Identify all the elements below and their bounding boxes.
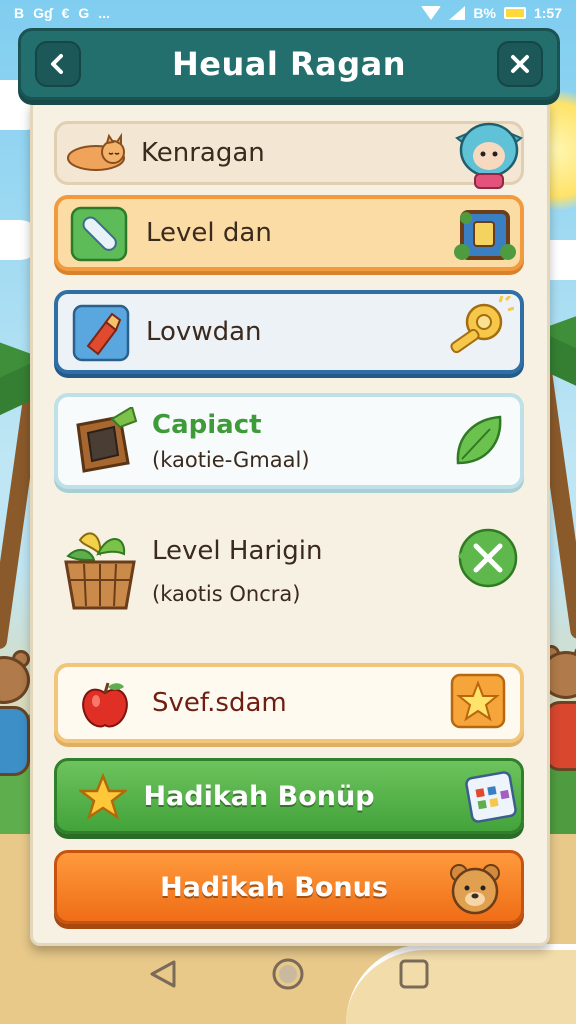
back-button[interactable] bbox=[35, 41, 81, 87]
bonus-button-orange[interactable]: Hadikah Bonus bbox=[54, 850, 524, 924]
list-item-label: Level Harigin bbox=[152, 536, 323, 566]
notification-icon: B bbox=[14, 5, 25, 21]
wooden-crate-icon bbox=[72, 407, 140, 477]
list-item-svef-sdam[interactable]: Svef.sdam bbox=[54, 663, 524, 743]
system-nav-bar bbox=[0, 956, 576, 996]
notification-icon: € bbox=[61, 5, 70, 21]
close-button[interactable] bbox=[497, 41, 543, 87]
red-potion-icon bbox=[72, 304, 130, 362]
bandage-icon bbox=[70, 206, 128, 262]
list-item-capiact[interactable]: Capiact (kaotie-Gmaal) bbox=[54, 393, 524, 489]
list-item-level-harigin[interactable]: Level Harigin (kaotis Oncra) bbox=[54, 512, 524, 630]
list-item-label: Svef.sdam bbox=[152, 688, 287, 718]
dialog-header: Heual Ragan bbox=[18, 28, 560, 100]
clock: 1:57 bbox=[533, 5, 562, 21]
notification-icons: B Gɠ € G ... bbox=[14, 5, 110, 21]
wifi-icon bbox=[421, 6, 442, 20]
treasure-box-icon bbox=[452, 204, 518, 264]
calendar-icon bbox=[463, 767, 521, 827]
list-item-subtitle: (kaotie-Gmaal) bbox=[152, 448, 310, 472]
list-item-level-dan[interactable]: Level dan bbox=[54, 195, 524, 271]
page-title: Heual Ragan bbox=[172, 45, 406, 83]
list-item-kenragan[interactable]: Kenragan bbox=[54, 121, 524, 189]
nav-recents-icon bbox=[399, 959, 429, 989]
battery-percent: B% bbox=[473, 5, 496, 21]
star-icon bbox=[79, 773, 127, 821]
fruit-basket-icon bbox=[62, 526, 138, 614]
bonus-button-label: Hadikah Bonüp bbox=[143, 780, 375, 812]
apple-icon bbox=[78, 679, 132, 731]
battery-icon bbox=[503, 7, 526, 19]
sleeping-fox-icon bbox=[63, 130, 129, 176]
list-item-label: Level dan bbox=[146, 218, 272, 248]
leaf-icon bbox=[450, 411, 506, 471]
list-item-text: Level Harigin (kaotis Oncra) bbox=[152, 536, 323, 606]
list-item-label: Lovwdan bbox=[146, 317, 262, 347]
status-bar: B Gɠ € G ... B% 1:57 bbox=[0, 0, 576, 26]
nav-home-button[interactable] bbox=[270, 956, 306, 992]
list-item-text: Capiact (kaotie-Gmaal) bbox=[152, 410, 310, 472]
notification-icon: Gɠ bbox=[33, 5, 53, 21]
notification-icon: G bbox=[78, 5, 90, 21]
blue-monster-icon bbox=[449, 114, 529, 192]
more-icon: ... bbox=[98, 5, 110, 21]
system-icons: B% 1:57 bbox=[421, 5, 562, 21]
bear-face-icon bbox=[447, 861, 503, 917]
nav-home-icon bbox=[272, 958, 304, 990]
list-item-subtitle: (kaotis Oncra) bbox=[152, 582, 301, 606]
close-icon bbox=[511, 55, 529, 73]
nav-back-icon bbox=[150, 960, 176, 988]
signal-icon bbox=[449, 6, 466, 20]
golden-key-icon bbox=[442, 296, 514, 366]
bonus-button-label: Hadikah Bonus bbox=[160, 871, 388, 903]
nav-recents-button[interactable] bbox=[396, 956, 432, 992]
list-item-label: Capiact bbox=[152, 410, 262, 440]
back-arrow-icon bbox=[51, 54, 63, 74]
list-item-label: Kenragan bbox=[141, 138, 265, 168]
list-item-lovwdan[interactable]: Lovwdan bbox=[54, 290, 524, 374]
close-circle-icon[interactable] bbox=[454, 528, 518, 590]
nav-back-button[interactable] bbox=[146, 956, 182, 992]
star-badge-icon bbox=[450, 673, 506, 729]
bonus-button-green[interactable]: Hadikah Bonüp bbox=[54, 758, 524, 834]
